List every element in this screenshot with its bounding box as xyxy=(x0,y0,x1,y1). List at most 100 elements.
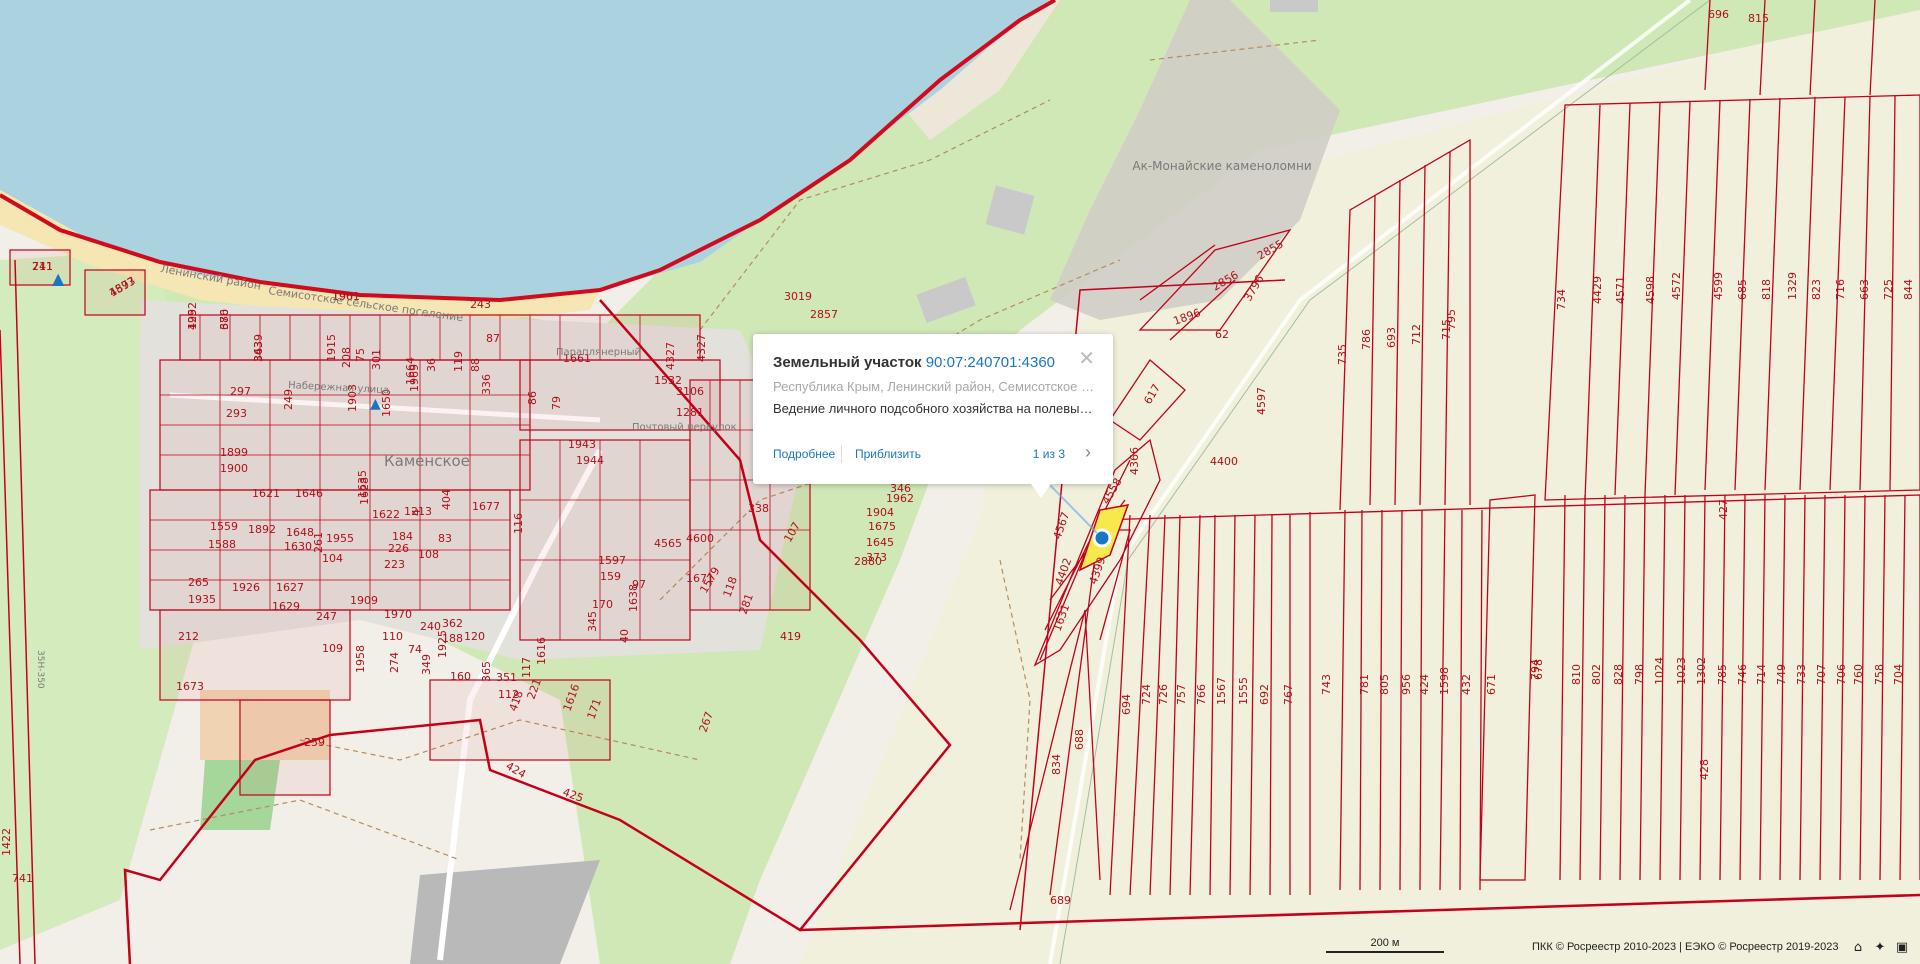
plot-number: 116 xyxy=(512,513,525,534)
plot-number: 671 xyxy=(1485,674,1498,695)
plot-number: 734 xyxy=(1555,289,1568,310)
plot-number: 86 xyxy=(526,391,539,405)
plot-number: 1281 xyxy=(676,406,704,419)
plot-number: 1677 xyxy=(472,500,500,513)
plot-number: 4 xyxy=(410,509,423,516)
plot-number: 336 xyxy=(480,374,493,395)
plot-number: 743 xyxy=(1320,674,1333,695)
plot-number: 1645 xyxy=(866,536,894,549)
plot-number: 688 xyxy=(1073,729,1086,750)
plot-number: 36 xyxy=(425,358,438,372)
zoom-link[interactable]: Приблизить xyxy=(855,447,921,461)
plot-number: 704 xyxy=(1892,664,1905,685)
plot-number: 818 xyxy=(1760,279,1773,300)
plot-number: 159 xyxy=(600,570,621,583)
plot-number: 798 xyxy=(1633,664,1646,685)
plot-number: 351 xyxy=(496,671,517,684)
parcel-popup: Земельный участок 90:07:240701:4360 ✕ Ре… xyxy=(753,334,1113,498)
plot-number: 1616 xyxy=(535,637,548,665)
plot-number: 823 xyxy=(1810,279,1823,300)
plot-number: 75 xyxy=(354,348,367,362)
details-link[interactable]: Подробнее xyxy=(773,447,835,461)
plot-number: 714 xyxy=(1755,664,1768,685)
tent-icon: ▲ xyxy=(52,269,65,288)
plot-number: 4597 xyxy=(1255,387,1268,415)
plot-number: 243 xyxy=(470,298,491,311)
plot-number: 349 xyxy=(420,654,433,675)
plot-number: 3439 xyxy=(252,334,265,362)
plot-number: 365 xyxy=(480,661,493,682)
plot-number: 1597 xyxy=(598,554,626,567)
plot-number: 810 xyxy=(1570,664,1583,685)
plot-number: 1969 xyxy=(408,364,421,392)
plot-number: 117 xyxy=(520,657,533,678)
layers-icon[interactable]: ▣ xyxy=(1894,940,1910,956)
plot-number: 212 xyxy=(178,630,199,643)
street2-label: Почтовый переулок xyxy=(632,422,737,433)
plot-number: 170 xyxy=(592,598,613,611)
plot-number: 696 xyxy=(1708,8,1729,21)
plot-number: 1944 xyxy=(576,454,604,467)
plot-number: 726 xyxy=(1157,684,1170,705)
plot-number: 956 xyxy=(1400,674,1413,695)
plot-number: 419 xyxy=(780,630,801,643)
plot-number: 293 xyxy=(226,407,247,420)
plot-number: 4429 xyxy=(1591,276,1604,304)
plot-number: 1622 xyxy=(372,508,400,521)
attribution: ПКК © Росреестр 2010-2023 | ЕЭКО © Росре… xyxy=(1532,941,1839,953)
plot-number: 4599 xyxy=(1712,272,1725,300)
plot-number: 249 xyxy=(282,389,295,410)
plot-number: 795 xyxy=(1445,309,1458,330)
plot-number: 828 xyxy=(1612,664,1625,685)
plot-number: 1629 xyxy=(272,600,300,613)
plot-number: 844 xyxy=(1902,279,1915,300)
plot-number: 712 xyxy=(1410,324,1423,345)
plot-number: 428 xyxy=(1698,759,1711,780)
plot-number: 274 xyxy=(388,652,401,673)
plot-number: 424 xyxy=(1418,674,1431,695)
plot-number: 1627 xyxy=(276,581,304,594)
plot-number: 735 xyxy=(1336,344,1349,365)
plot-number: 1630 xyxy=(284,540,312,553)
plot-number: 760 xyxy=(1852,664,1865,685)
plot-number: 40 xyxy=(618,629,631,643)
scale-label: 200 м xyxy=(1370,937,1400,949)
plot-number: 785 xyxy=(1716,664,1729,685)
popup-title-text: Земельный участок xyxy=(773,354,922,371)
home-icon[interactable]: ⌂ xyxy=(1850,940,1866,956)
locate-icon[interactable]: ✦ xyxy=(1872,940,1888,956)
plot-number: 802 xyxy=(1590,664,1603,685)
cadastral-number[interactable]: 90:07:240701:4360 xyxy=(926,354,1055,371)
next-arrow-icon[interactable]: › xyxy=(1085,442,1091,463)
plot-number: 88 xyxy=(469,358,482,372)
plot-number: 432 xyxy=(1460,674,1473,695)
plot-number: 676 xyxy=(218,309,231,330)
plot-number: 62 xyxy=(1215,328,1229,341)
plot-number: 226 xyxy=(388,542,409,555)
plot-number: 4565 xyxy=(654,537,682,550)
plot-number: 805 xyxy=(1378,674,1391,695)
plot-number: 766 xyxy=(1195,684,1208,705)
popup-land-use: Ведение личного подсобного хозяйства на … xyxy=(773,401,1095,416)
plot-number: 338 xyxy=(748,502,769,515)
plot-number: 247 xyxy=(316,610,337,623)
plot-number: 663 xyxy=(1858,279,1871,300)
plot-number: 706 xyxy=(1835,664,1848,685)
plot-number: 1915 xyxy=(325,334,338,362)
plot-number: 1598 xyxy=(1438,667,1451,695)
plot-number: 1892 xyxy=(248,523,276,536)
plot-number: 692 xyxy=(1258,684,1271,705)
plot-number: 160 xyxy=(450,670,471,683)
plot-number: 716 xyxy=(1834,279,1847,300)
plot-number: 109 xyxy=(322,642,343,655)
road-label: 35Н-350 xyxy=(35,650,45,689)
plot-number: 693 xyxy=(1385,327,1398,348)
plot-number: 724 xyxy=(1140,684,1153,705)
village-label: Каменское xyxy=(384,452,470,470)
plot-number: 1926 xyxy=(232,581,260,594)
plot-number: 362 xyxy=(442,617,463,630)
paraglider-label: Параплянерный xyxy=(556,347,641,358)
close-icon[interactable]: ✕ xyxy=(1078,349,1095,369)
plot-number: 1555 xyxy=(1237,677,1250,705)
plot-number: 427 xyxy=(1717,499,1730,520)
